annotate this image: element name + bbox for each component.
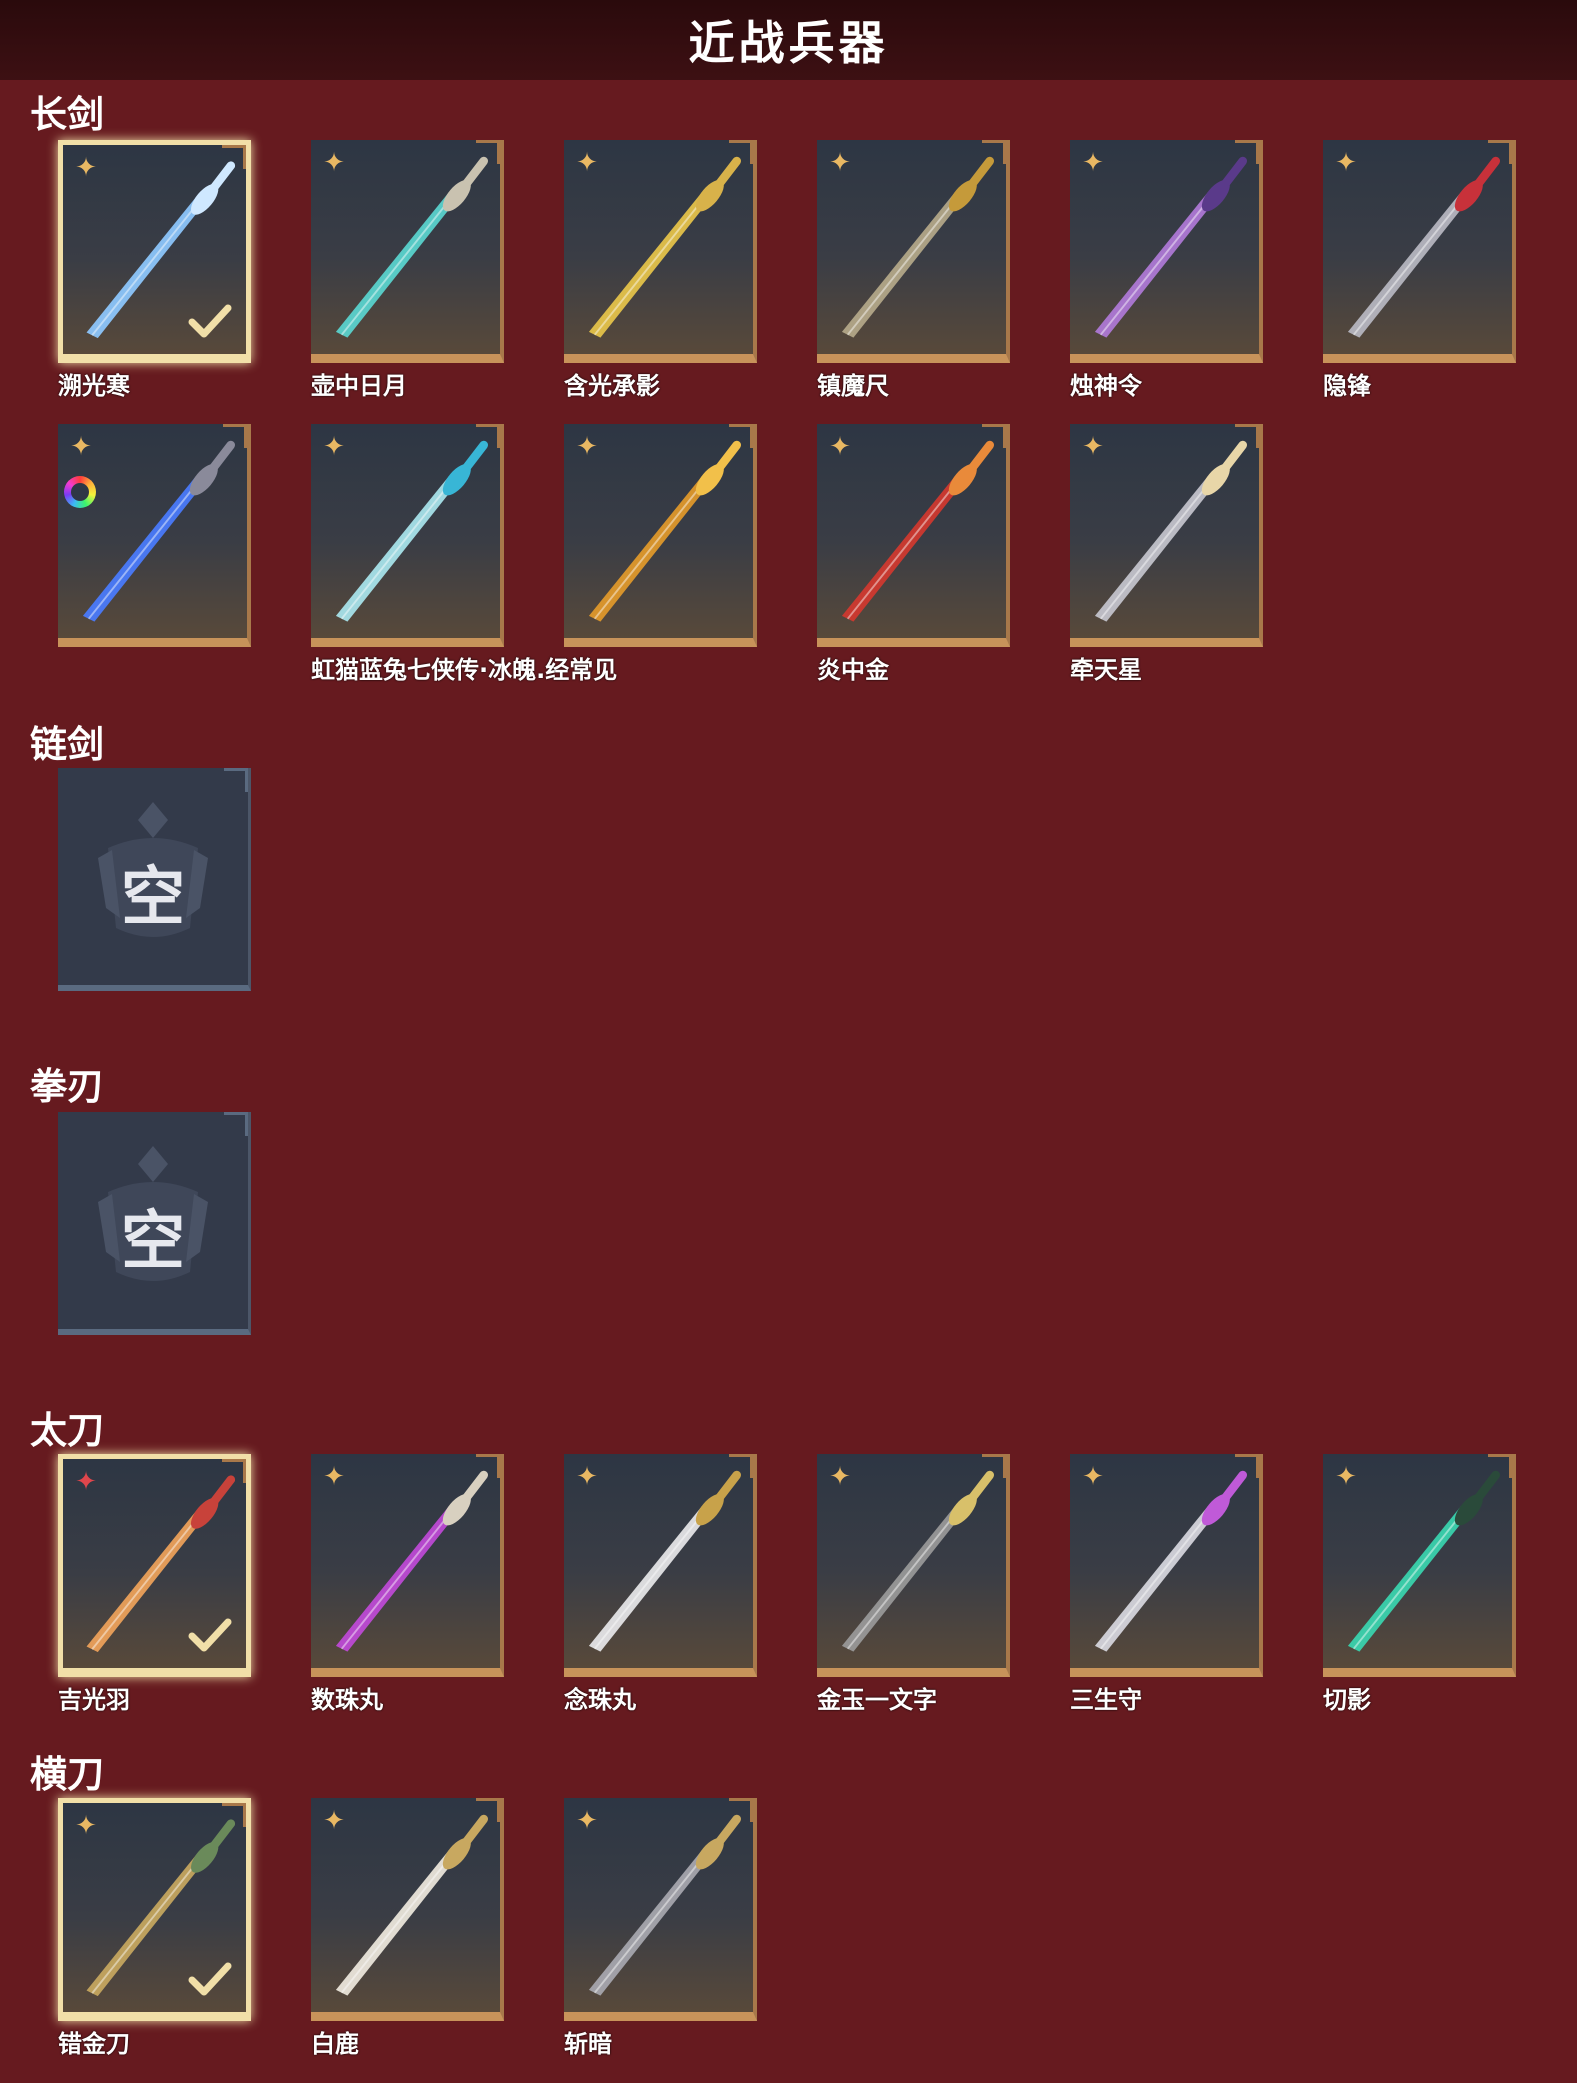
rainbow-ring-icon xyxy=(64,476,96,508)
weapon-card[interactable]: ✦ xyxy=(564,1454,757,1677)
weapon-name: 烛神令 xyxy=(1070,372,1142,400)
weapon-card[interactable]: ✦ xyxy=(1070,140,1263,363)
shuriken-star-icon: ✦ xyxy=(75,153,97,183)
weapon-grip xyxy=(1469,1470,1501,1509)
weapon-card[interactable]: ✦ xyxy=(1070,1454,1263,1677)
weapon-grip xyxy=(1216,440,1248,479)
weapon-name: 溯光寒 xyxy=(58,372,130,400)
shuriken-star-icon: ✦ xyxy=(75,1467,97,1497)
weapon-card[interactable]: ✦ xyxy=(817,424,1010,647)
weapon-grip xyxy=(457,1470,489,1509)
weapon-card[interactable]: ✦ xyxy=(311,140,504,363)
weapon-name: 数珠丸 xyxy=(311,1686,383,1714)
weapon-name: 隐锋 xyxy=(1323,372,1371,400)
weapon-grip xyxy=(1216,156,1248,195)
weapon-card[interactable]: ✦ xyxy=(1070,424,1263,647)
empty-weapon-slot[interactable]: 空 xyxy=(58,768,251,991)
weapon-card[interactable]: ✦ xyxy=(564,1798,757,2021)
weapon-grip xyxy=(963,156,995,195)
weapon-name: 炎中金 xyxy=(817,656,889,684)
weapon-grip xyxy=(963,1470,995,1509)
weapon-card[interactable]: ✦ xyxy=(817,1454,1010,1677)
shuriken-star-icon: ✦ xyxy=(829,1462,851,1492)
weapon-grip xyxy=(710,440,742,479)
weapon-card[interactable]: ✦ xyxy=(58,1454,251,1677)
checkmark-icon xyxy=(188,1618,232,1652)
weapon-name: 三生守 xyxy=(1070,1686,1142,1714)
section-label: 横刀 xyxy=(30,1753,104,1796)
weapon-grip xyxy=(963,440,995,479)
shuriken-star-icon: ✦ xyxy=(70,432,92,462)
shuriken-star-icon: ✦ xyxy=(1335,148,1357,178)
weapon-card[interactable]: ✦ xyxy=(311,1454,504,1677)
weapon-grip xyxy=(710,1470,742,1509)
weapon-card[interactable]: ✦ xyxy=(311,1798,504,2021)
weapon-grip xyxy=(710,1814,742,1853)
weapon-card[interactable]: ✦ xyxy=(58,140,251,363)
weapon-name: 镇魔尺 xyxy=(817,372,889,400)
shuriken-star-icon: ✦ xyxy=(323,1462,345,1492)
weapon-name: 错金刀 xyxy=(58,2030,130,2058)
weapon-grip xyxy=(205,1475,236,1512)
shuriken-star-icon: ✦ xyxy=(576,148,598,178)
header-bar: 近战兵器 xyxy=(0,0,1577,80)
weapon-grip xyxy=(204,440,236,479)
weapon-card[interactable]: ✦ xyxy=(564,140,757,363)
weapon-name: 壶中日月 xyxy=(311,372,407,400)
weapon-card[interactable]: ✦ xyxy=(564,424,757,647)
shuriken-star-icon: ✦ xyxy=(323,1806,345,1836)
shuriken-star-icon: ✦ xyxy=(75,1811,97,1841)
section-label: 长剑 xyxy=(30,93,104,136)
weapon-card[interactable]: ✦ xyxy=(58,424,251,647)
shuriken-star-icon: ✦ xyxy=(829,432,851,462)
checkmark-icon xyxy=(188,1962,232,1996)
weapon-name: 含光承影 xyxy=(564,372,660,400)
weapon-name: 牵天星 xyxy=(1070,656,1142,684)
shuriken-star-icon: ✦ xyxy=(323,432,345,462)
weapon-name: 念珠丸 xyxy=(564,1686,636,1714)
shuriken-star-icon: ✦ xyxy=(829,148,851,178)
weapon-name: 斩暗 xyxy=(564,2030,612,2058)
weapon-grip xyxy=(710,156,742,195)
shuriken-star-icon: ✦ xyxy=(1335,1462,1357,1492)
shuriken-star-icon: ✦ xyxy=(576,1462,598,1492)
shuriken-star-icon: ✦ xyxy=(1082,148,1104,178)
weapon-grip xyxy=(457,156,489,195)
weapon-grip xyxy=(1469,156,1501,195)
weapon-grip xyxy=(1216,1470,1248,1509)
weapon-name: 金玉一文字 xyxy=(817,1686,937,1714)
shuriken-star-icon: ✦ xyxy=(1082,432,1104,462)
weapon-grip xyxy=(457,1814,489,1853)
empty-slot-text: 空 xyxy=(121,1205,185,1279)
section-label: 拳刃 xyxy=(30,1065,104,1108)
shuriken-star-icon: ✦ xyxy=(576,432,598,462)
weapon-name: 白鹿 xyxy=(311,2030,359,2058)
checkmark-icon xyxy=(188,304,232,338)
weapon-card[interactable]: ✦ xyxy=(311,424,504,647)
weapon-grip xyxy=(205,1819,236,1856)
weapon-card[interactable]: ✦ xyxy=(1323,1454,1516,1677)
empty-slot-text: 空 xyxy=(121,861,185,935)
weapon-name: 吉光羽 xyxy=(58,1686,130,1714)
weapon-card[interactable]: ✦ xyxy=(817,140,1010,363)
section-label: 太刀 xyxy=(30,1409,104,1452)
weapon-name: 切影 xyxy=(1323,1686,1371,1714)
weapon-card[interactable]: ✦ xyxy=(1323,140,1516,363)
shuriken-star-icon: ✦ xyxy=(576,1806,598,1836)
page-title: 近战兵器 xyxy=(688,16,889,70)
shuriken-star-icon: ✦ xyxy=(323,148,345,178)
section-label: 链剑 xyxy=(30,723,104,766)
weapon-name: 虹猫蓝兔七侠传·冰魄.经常见 xyxy=(311,656,618,684)
weapon-grip xyxy=(205,161,236,198)
shuriken-star-icon: ✦ xyxy=(1082,1462,1104,1492)
weapon-card[interactable]: ✦ xyxy=(58,1798,251,2021)
empty-weapon-slot[interactable]: 空 xyxy=(58,1112,251,1335)
weapon-grip xyxy=(457,440,489,479)
